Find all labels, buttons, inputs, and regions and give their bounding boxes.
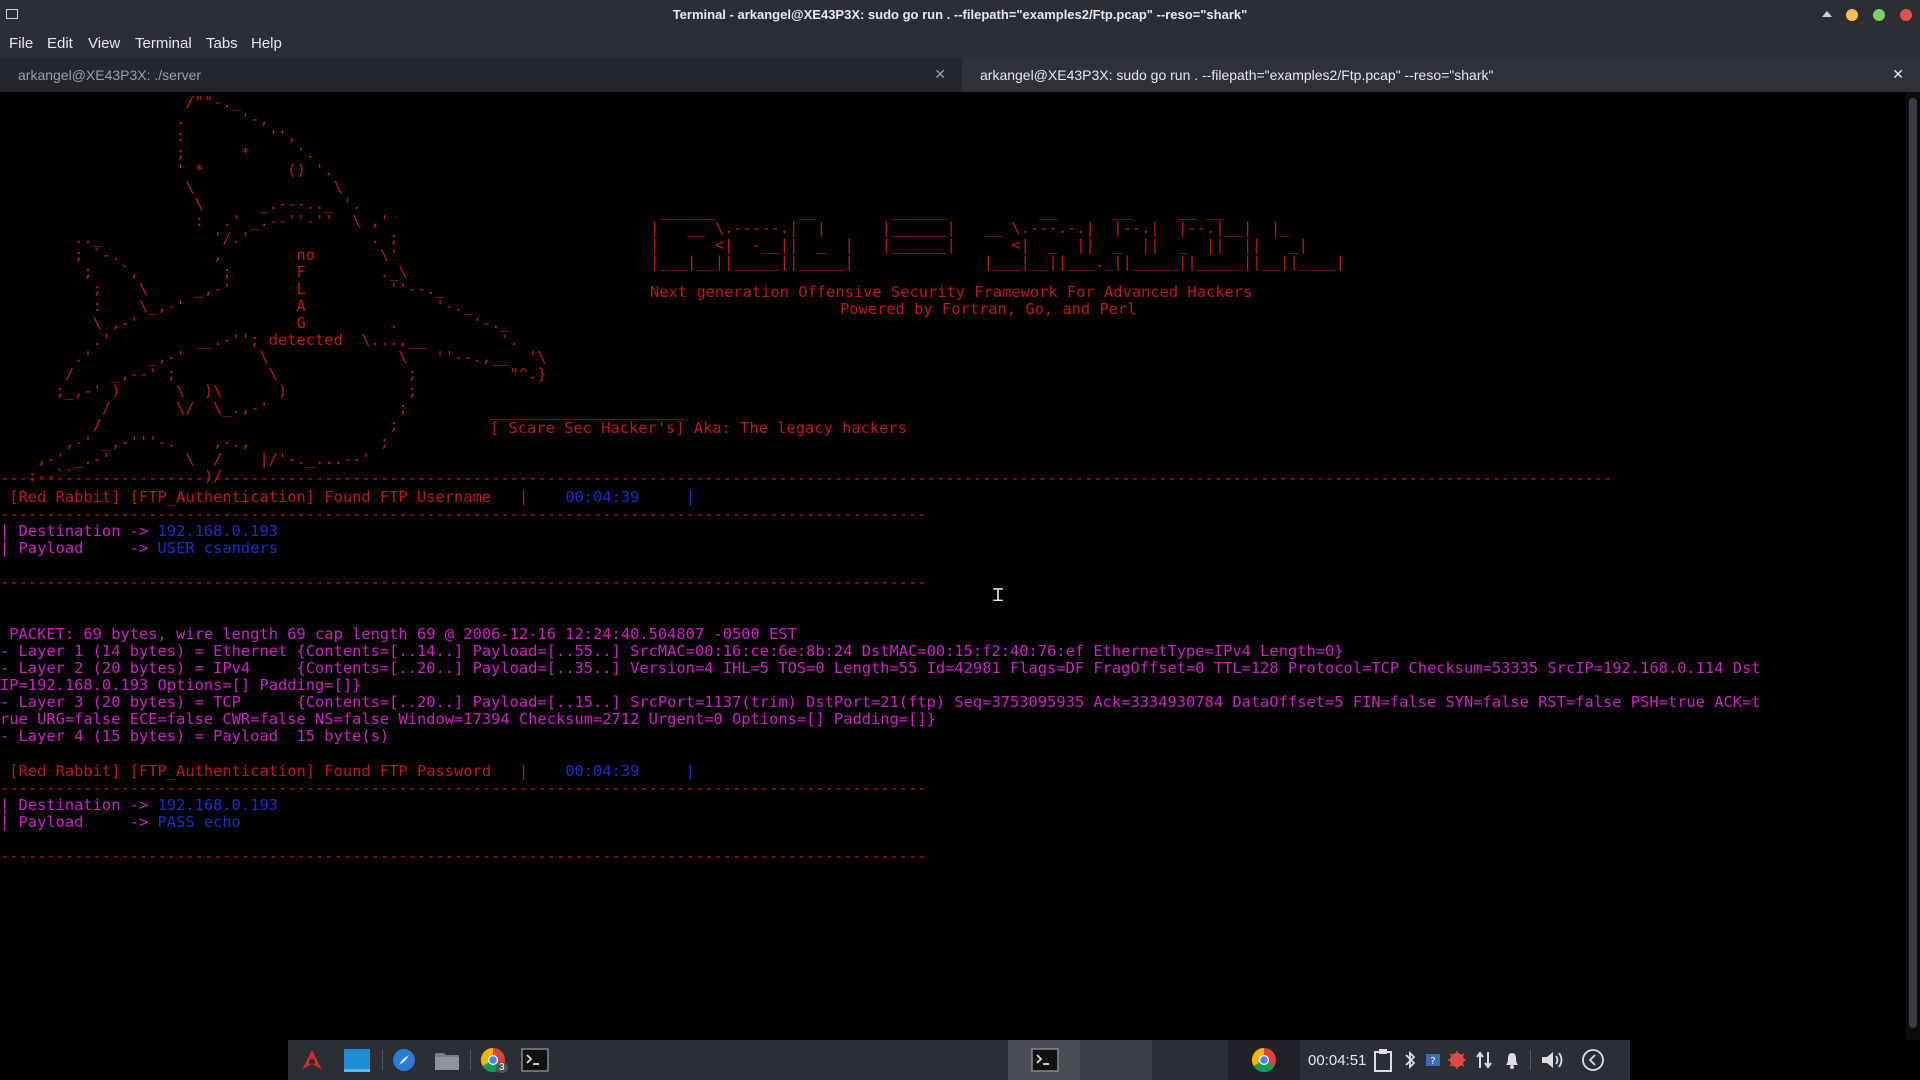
menu-bar: File Edit View Terminal Tabs Help (0, 29, 1920, 58)
desktop-icon[interactable] (342, 1046, 372, 1074)
arch-logo-icon[interactable] (298, 1046, 326, 1074)
menu-edit[interactable]: Edit (47, 35, 73, 52)
text-cursor-icon: Ɪ (993, 585, 1004, 606)
payload-label: | Payload -> (0, 813, 158, 831)
volume-icon[interactable] (1538, 1046, 1568, 1074)
payload-value: PASS echo (157, 813, 241, 831)
scrollbar-thumb[interactable] (1909, 98, 1917, 1028)
browser-compass-icon[interactable] (390, 1046, 418, 1074)
window-title: Terminal - arkangel@XE43P3X: sudo go run… (672, 7, 1248, 22)
tab-go-run[interactable]: arkangel@XE43P3X: sudo go run . --filepa… (962, 58, 1920, 92)
network-updown-icon[interactable] (1474, 1046, 1494, 1074)
tab-bar: arkangel@XE43P3X: ./server ✕ arkangel@XE… (0, 58, 1920, 92)
terminal-icon[interactable] (520, 1046, 550, 1074)
credit-text: [ Scare Sec Hacker's] Aka: The legacy ha… (490, 419, 907, 437)
tab-label: arkangel@XE43P3X: sudo go run . --filepa… (980, 67, 1494, 83)
payload-row: | Payload -> PASS echo (0, 812, 241, 833)
taskbar-separator (1530, 1050, 1531, 1070)
powered-by: Powered by Fortran, Go, and Perl (840, 300, 1137, 318)
bluetooth-icon[interactable] (1402, 1046, 1418, 1074)
close-icon[interactable]: ✕ (934, 66, 946, 83)
folder-icon[interactable] (432, 1046, 462, 1074)
banner-logo-line: |___|__||_____||_____| |___|__||___._||_… (650, 253, 1345, 271)
tab-server[interactable]: arkangel@XE43P3X: ./server ✕ (0, 58, 962, 92)
terminal-output[interactable]: /""-._ . '-, : '', ; * '. ' * () '. \ \ (0, 92, 1906, 1040)
clock[interactable]: 00:04:51 (1308, 1052, 1366, 1069)
packet-line: - Layer 4 (15 bytes) = Payload 15 byte(s… (0, 727, 390, 745)
taskbar-separator (382, 1050, 383, 1070)
chrome-icon[interactable]: 3 (478, 1046, 508, 1074)
terminal-scrollbar[interactable] (1906, 92, 1920, 1040)
chrome-badge: 3 (496, 1062, 508, 1073)
payload-label: | Payload -> (0, 539, 158, 557)
task-chrome-window[interactable] (1228, 1040, 1300, 1080)
shade-up-icon[interactable] (1822, 11, 1832, 17)
menu-view[interactable]: View (88, 35, 120, 52)
maximize-icon[interactable] (1873, 9, 1885, 21)
close-icon[interactable] (1900, 9, 1912, 21)
keyboard-icon[interactable]: ? (1424, 1046, 1442, 1074)
close-icon[interactable]: ✕ (1892, 66, 1904, 83)
menu-file[interactable]: File (9, 35, 33, 52)
window-titlebar: Terminal - arkangel@XE43P3X: sudo go run… (0, 0, 1920, 29)
divider-long: ----------------------------------------… (0, 469, 1613, 487)
menu-help[interactable]: Help (251, 35, 282, 52)
minimize-icon[interactable] (1846, 9, 1858, 21)
payload-row: | Payload -> USER csanders (0, 538, 278, 559)
taskbar-separator (470, 1050, 471, 1070)
task-empty-slot[interactable] (1080, 1040, 1152, 1080)
divider-short: ----------------------------------------… (0, 847, 927, 865)
back-arrow-icon[interactable] (1580, 1046, 1606, 1074)
clipboard-icon[interactable] (1372, 1046, 1394, 1074)
bell-icon[interactable] (1502, 1046, 1522, 1074)
taskbar: 3 00:04:51 ? (288, 1040, 1630, 1080)
svg-text:?: ? (1430, 1056, 1435, 1067)
tab-label: arkangel@XE43P3X: ./server (18, 67, 202, 83)
menu-terminal[interactable]: Terminal (135, 35, 192, 52)
bug-icon[interactable] (1446, 1046, 1468, 1074)
payload-value: USER csanders (157, 539, 278, 557)
menu-tabs[interactable]: Tabs (206, 35, 238, 52)
task-terminal-window[interactable] (1008, 1040, 1080, 1080)
divider-short: ----------------------------------------… (0, 573, 927, 591)
